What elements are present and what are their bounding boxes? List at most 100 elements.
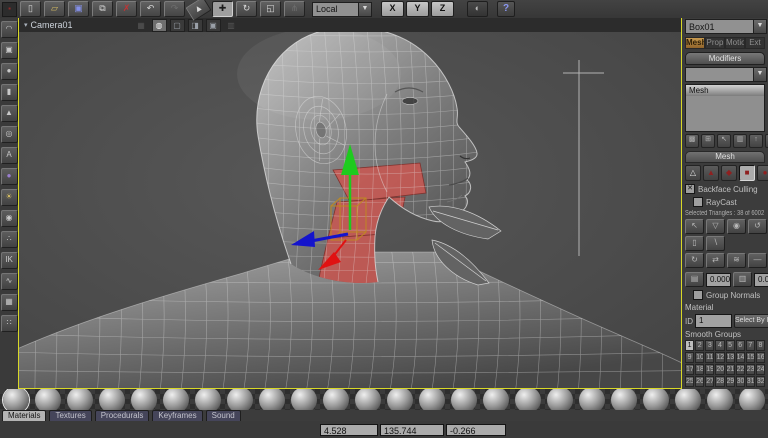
material-swatch[interactable]: [515, 389, 541, 410]
chevron-down-icon[interactable]: ▼: [753, 68, 766, 81]
smooth-group-cell[interactable]: 28: [715, 376, 724, 387]
viewport-canvas[interactable]: [19, 32, 681, 388]
render-button[interactable]: ◐: [467, 1, 488, 17]
material-swatch[interactable]: [99, 389, 125, 410]
solid-view-icon[interactable]: ▣: [206, 19, 221, 32]
smooth-group-cell[interactable]: 31: [746, 376, 755, 387]
value-row-button[interactable]: ▥: [733, 272, 752, 287]
material-swatch[interactable]: [547, 389, 573, 410]
mesh-section-header[interactable]: Mesh: [685, 151, 765, 163]
material-swatch[interactable]: [739, 389, 765, 410]
material-swatch[interactable]: [579, 389, 605, 410]
smooth-group-cell[interactable]: 27: [705, 376, 714, 387]
panel-tab[interactable]: Mesh: [685, 37, 705, 49]
select-by-id-button[interactable]: Select By ID: [734, 314, 768, 328]
material-swatch[interactable]: [259, 389, 285, 410]
rotate-tool-button[interactable]: ↻: [236, 1, 257, 17]
smooth-group-cell[interactable]: 21: [726, 364, 735, 375]
viewport-label[interactable]: Camera01: [31, 20, 73, 30]
smooth-group-cell[interactable]: 11: [705, 352, 714, 363]
modifier-options-button[interactable]: ▥: [733, 134, 747, 148]
triangle-mode-button[interactable]: ■: [739, 165, 755, 181]
modifier-pick-button[interactable]: ↖: [717, 134, 731, 148]
primitive-sphere-button[interactable]: ●: [1, 63, 18, 80]
smooth-group-cell[interactable]: 17: [685, 364, 694, 375]
weld-button[interactable]: ≋: [727, 253, 746, 268]
object-selector-dropdown[interactable]: Box01 ▼: [685, 19, 767, 34]
smooth-group-cell[interactable]: 12: [715, 352, 724, 363]
coordinate-field[interactable]: -0.266: [446, 424, 506, 436]
select-visible-button[interactable]: ◉: [727, 219, 746, 234]
axis-toggle-button[interactable]: Z: [431, 1, 454, 17]
chevron-down-icon[interactable]: ▼: [358, 3, 371, 16]
modifiers-button[interactable]: Modifiers: [685, 52, 765, 65]
material-swatch[interactable]: [611, 389, 637, 410]
material-swatch[interactable]: [323, 389, 349, 410]
smooth-group-cell[interactable]: 14: [736, 352, 745, 363]
material-swatch[interactable]: [227, 389, 253, 410]
select-lasso-button[interactable]: ▽: [706, 219, 725, 234]
knife-button[interactable]: ∖: [706, 236, 725, 251]
smooth-group-cell[interactable]: 9: [685, 352, 694, 363]
value-field[interactable]: 0.000: [706, 273, 731, 287]
smooth-group-cell[interactable]: 20: [715, 364, 724, 375]
smooth-group-cell[interactable]: 3: [705, 340, 714, 351]
smooth-group-cell[interactable]: 8: [756, 340, 765, 351]
delete-button[interactable]: ✗: [116, 1, 137, 17]
text-tool-button[interactable]: A: [1, 147, 18, 164]
material-swatch[interactable]: [3, 389, 29, 410]
material-swatch[interactable]: [483, 389, 509, 410]
grid-toggle-icon[interactable]: ▦: [134, 19, 149, 32]
save-file-button[interactable]: ▣: [68, 1, 89, 17]
material-swatch[interactable]: [419, 389, 445, 410]
spline-tool-button[interactable]: ∿: [1, 273, 18, 290]
particles-tool-button[interactable]: ∴: [1, 231, 18, 248]
material-swatch[interactable]: [675, 389, 701, 410]
smooth-group-cell[interactable]: 25: [685, 376, 694, 387]
material-swatch[interactable]: [707, 389, 733, 410]
smooth-group-cell[interactable]: 4: [715, 340, 724, 351]
value-row-button[interactable]: ▤: [685, 272, 704, 287]
face-mode-button[interactable]: ◆: [721, 165, 737, 181]
axis-widget-button[interactable]: ⋔: [284, 1, 305, 17]
smooth-group-cell[interactable]: 23: [746, 364, 755, 375]
collapse-button[interactable]: —: [748, 253, 767, 268]
copy-button[interactable]: ⧉: [92, 1, 113, 17]
primitive-torus-button[interactable]: ◎: [1, 126, 18, 143]
smooth-group-cell[interactable]: 22: [736, 364, 745, 375]
raycast-checkbox[interactable]: [693, 197, 703, 207]
extra-view-icon[interactable]: ▥: [224, 19, 239, 32]
primitive-plane-button[interactable]: ◠: [1, 21, 18, 38]
material-swatch[interactable]: [387, 389, 413, 410]
primitive-cone-button[interactable]: ▲: [1, 105, 18, 122]
shaded-view-icon[interactable]: ◍: [152, 19, 167, 32]
modifier-up-button[interactable]: ↑: [749, 134, 763, 148]
swap-edge-button[interactable]: ⇄: [706, 253, 725, 268]
new-file-button[interactable]: ▯: [20, 1, 41, 17]
smooth-group-cell[interactable]: 15: [746, 352, 755, 363]
modifier-add-button[interactable]: ⊞: [701, 134, 715, 148]
material-swatch[interactable]: [67, 389, 93, 410]
modifier-dropdown[interactable]: ▼: [685, 67, 767, 82]
smooth-group-cell[interactable]: 5: [726, 340, 735, 351]
panel-tab[interactable]: Ext: [745, 37, 765, 49]
smooth-group-cell[interactable]: 18: [695, 364, 704, 375]
material-swatch[interactable]: [355, 389, 381, 410]
coord-space-dropdown[interactable]: Local ▼: [312, 2, 372, 17]
ik-tool-button[interactable]: IK: [1, 252, 18, 269]
modifier-stack-list[interactable]: Mesh: [685, 84, 765, 132]
material-swatch[interactable]: [163, 389, 189, 410]
smooth-group-cell[interactable]: 1: [685, 340, 694, 351]
element-mode-button[interactable]: ●: [757, 165, 768, 181]
smooth-group-cell[interactable]: 24: [756, 364, 765, 375]
value-field[interactable]: 0.000: [754, 273, 768, 287]
backface-culling-checkbox[interactable]: [685, 184, 695, 194]
delete-faces-button[interactable]: ▯: [685, 236, 704, 251]
light-tool-button[interactable]: ☀: [1, 189, 18, 206]
camera-tool-button[interactable]: ◉: [1, 210, 18, 227]
smooth-group-cell[interactable]: 30: [736, 376, 745, 387]
smooth-group-cell[interactable]: 7: [746, 340, 755, 351]
modifier-apply-button[interactable]: ▩: [685, 134, 699, 148]
axis-toggle-button[interactable]: X: [381, 1, 404, 17]
primitive-cube-button[interactable]: ▣: [1, 42, 18, 59]
